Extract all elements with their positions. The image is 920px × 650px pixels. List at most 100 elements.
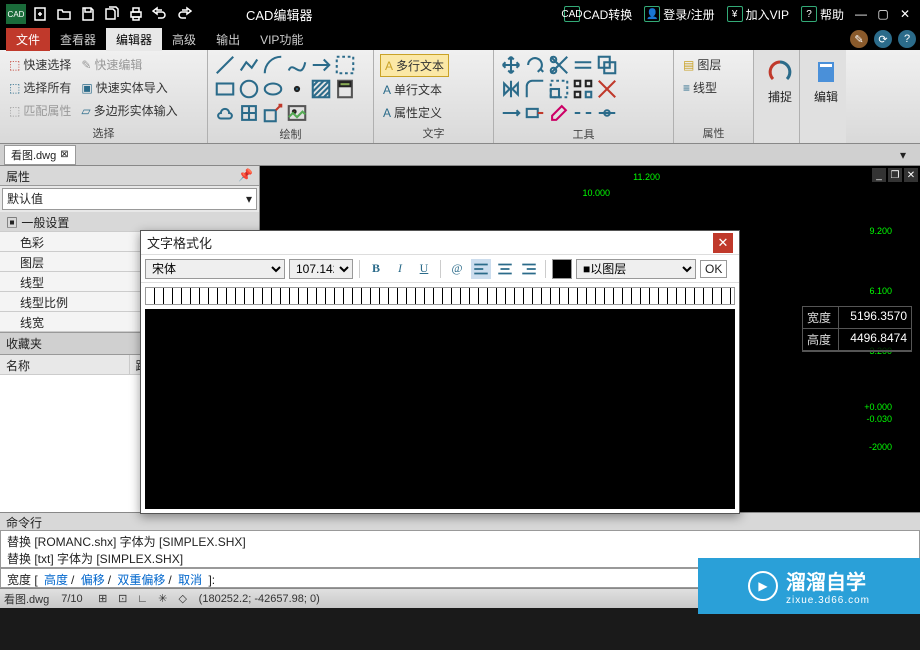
polyline-icon[interactable] — [238, 54, 260, 76]
tab-advanced[interactable]: 高级 — [162, 28, 206, 51]
vip-link[interactable]: ¥加入VIP — [727, 6, 789, 23]
capture-button[interactable]: 捕捉 — [760, 54, 800, 109]
close-icon[interactable]: ✕ — [894, 3, 916, 25]
mirror-icon[interactable] — [500, 78, 522, 100]
saveall-icon[interactable] — [102, 4, 122, 24]
cmd-opt-height[interactable]: 高度 — [44, 573, 68, 587]
tab-output[interactable]: 输出 — [206, 28, 250, 51]
explode-icon[interactable] — [596, 78, 618, 100]
osnap-icon[interactable]: ◇ — [175, 591, 191, 607]
copy-icon[interactable] — [596, 54, 618, 76]
ray-icon[interactable] — [310, 54, 332, 76]
circle-icon[interactable] — [238, 78, 260, 100]
cmd-opt-doffset[interactable]: 双重偏移 — [117, 573, 165, 587]
grid-icon[interactable]: ⊡ — [115, 591, 131, 607]
tool-icon-1[interactable]: ✎ — [850, 30, 868, 48]
maximize-icon[interactable]: ▢ — [872, 3, 894, 25]
attr-def-button[interactable]: A属性定义 — [380, 102, 449, 123]
arc-icon[interactable] — [262, 54, 284, 76]
select-all-button[interactable]: ⬚选择所有 — [6, 77, 74, 98]
rotate-icon[interactable] — [524, 54, 546, 76]
extend-icon[interactable] — [500, 102, 522, 124]
point-icon[interactable] — [286, 78, 308, 100]
mdi-min-icon[interactable]: _ — [872, 168, 886, 182]
scale-icon[interactable] — [548, 78, 570, 100]
array-icon[interactable] — [572, 78, 594, 100]
ortho-icon[interactable]: ∟ — [135, 591, 151, 607]
calc-icon[interactable] — [334, 78, 356, 100]
size-select[interactable]: 107.1428 — [289, 259, 353, 279]
align-left-button[interactable] — [471, 259, 491, 279]
tool-icon-3[interactable]: ? — [898, 30, 916, 48]
tabs-dropdown-icon[interactable]: ▾ — [900, 148, 916, 162]
polar-icon[interactable]: ✳ — [155, 591, 171, 607]
dialog-titlebar[interactable]: 文字格式化 ✕ — [141, 231, 739, 255]
tab-file[interactable]: 文件 — [6, 28, 50, 51]
boundary-icon[interactable] — [334, 54, 356, 76]
save-icon[interactable] — [78, 4, 98, 24]
block-icon[interactable] — [238, 102, 260, 124]
break-icon[interactable] — [572, 102, 594, 124]
ok-button[interactable]: OK — [700, 260, 727, 278]
move-icon[interactable] — [500, 54, 522, 76]
fillet-icon[interactable] — [524, 78, 546, 100]
stretch-icon[interactable] — [524, 102, 546, 124]
properties-header: 属性📌 — [0, 166, 259, 186]
cmd-opt-cancel[interactable]: 取消 — [178, 573, 202, 587]
multiline-text-button[interactable]: A多行文本 — [380, 54, 449, 77]
undo-icon[interactable] — [150, 4, 170, 24]
mdi-restore-icon[interactable]: ❐ — [888, 168, 902, 182]
quick-select-button[interactable]: ⬚快速选择 — [6, 54, 74, 75]
line-icon[interactable] — [214, 54, 236, 76]
doc-tab[interactable]: 看图.dwg⊠ — [4, 145, 76, 165]
ellipse-icon[interactable] — [262, 78, 284, 100]
layer-button[interactable]: ▤图层 — [680, 54, 724, 75]
linetype-button[interactable]: ≡线型 — [680, 77, 724, 98]
props-default-select[interactable]: 默认值▾ — [2, 188, 257, 210]
erase-icon[interactable] — [548, 102, 570, 124]
align-center-button[interactable] — [495, 259, 515, 279]
cmd-opt-offset[interactable]: 偏移 — [81, 573, 105, 587]
join-icon[interactable] — [596, 102, 618, 124]
props-general-category[interactable]: ▣ 一般设置 — [0, 212, 259, 232]
color-select[interactable]: ■以图层 — [576, 259, 696, 279]
help-link[interactable]: ?帮助 — [801, 6, 844, 23]
image-icon[interactable] — [286, 102, 308, 124]
text-ruler[interactable] — [145, 287, 735, 305]
single-text-button[interactable]: A单行文本 — [380, 79, 449, 100]
italic-button[interactable]: I — [390, 259, 410, 279]
tab-viewer[interactable]: 查看器 — [50, 28, 106, 51]
pin-icon[interactable]: 📌 — [238, 168, 253, 183]
bold-button[interactable]: B — [366, 259, 386, 279]
font-select[interactable]: 宋体 — [145, 259, 285, 279]
print-icon[interactable] — [126, 4, 146, 24]
symbol-button[interactable]: @ — [447, 259, 467, 279]
minimize-icon[interactable]: — — [850, 3, 872, 25]
insert-icon[interactable] — [262, 102, 284, 124]
snap-icon[interactable]: ⊞ — [95, 591, 111, 607]
open-icon[interactable] — [54, 4, 74, 24]
mdi-close-icon[interactable]: ✕ — [904, 168, 918, 182]
solid-import-button[interactable]: ▣快速实体导入 — [78, 77, 180, 98]
tab-close-icon[interactable]: ⊠ — [60, 149, 68, 160]
cad-convert-link[interactable]: CADCAD转换 — [564, 6, 632, 23]
underline-button[interactable]: U — [414, 259, 434, 279]
new-icon[interactable] — [30, 4, 50, 24]
tab-editor[interactable]: 编辑器 — [106, 28, 162, 51]
trim-icon[interactable] — [548, 54, 570, 76]
text-editor-area[interactable] — [145, 309, 735, 509]
spline-icon[interactable] — [286, 54, 308, 76]
poly-input-button[interactable]: ▱多边形实体输入 — [78, 100, 180, 121]
rect-icon[interactable] — [214, 78, 236, 100]
hatch-icon[interactable] — [310, 78, 332, 100]
tab-vip[interactable]: VIP功能 — [250, 28, 313, 51]
redo-icon[interactable] — [174, 4, 194, 24]
edit-button[interactable]: 编辑 — [806, 54, 846, 109]
offset-icon[interactable] — [572, 54, 594, 76]
login-link[interactable]: 👤登录/注册 — [644, 6, 714, 23]
dialog-close-icon[interactable]: ✕ — [713, 233, 733, 253]
cloud-icon[interactable] — [214, 102, 236, 124]
tool-icon-2[interactable]: ⟳ — [874, 30, 892, 48]
align-right-button[interactable] — [519, 259, 539, 279]
color-swatch-icon[interactable] — [552, 259, 572, 279]
